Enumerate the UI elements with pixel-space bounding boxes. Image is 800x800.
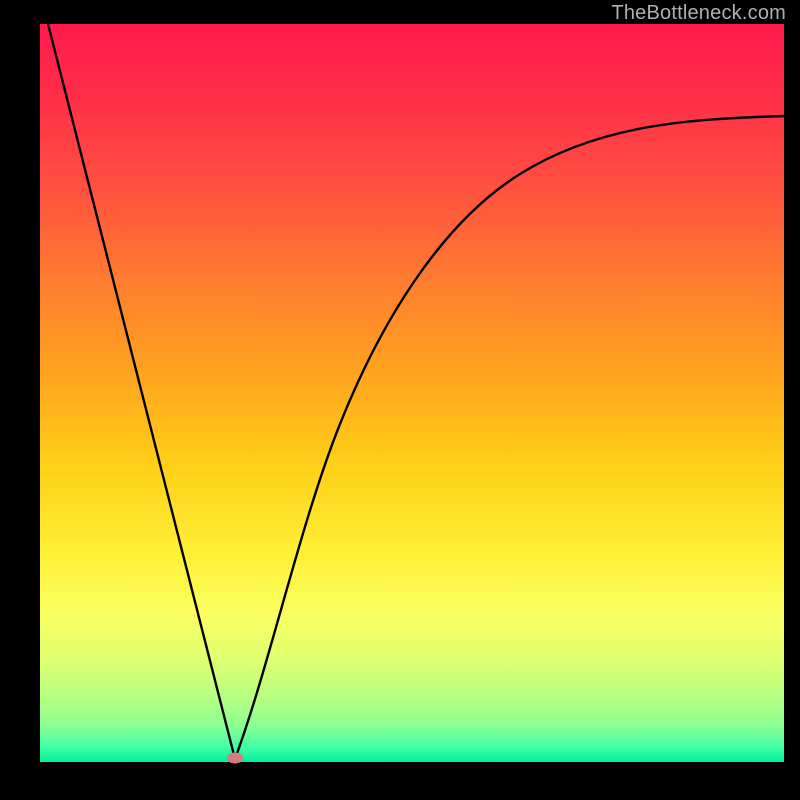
watermark-text: TheBottleneck.com xyxy=(611,2,786,25)
minimum-marker xyxy=(227,753,243,764)
curve-left-branch xyxy=(48,24,235,759)
chart-frame: TheBottleneck.com xyxy=(0,0,800,800)
plot-area xyxy=(40,24,784,762)
bottleneck-curve xyxy=(40,24,784,762)
curve-right-branch xyxy=(235,116,784,759)
